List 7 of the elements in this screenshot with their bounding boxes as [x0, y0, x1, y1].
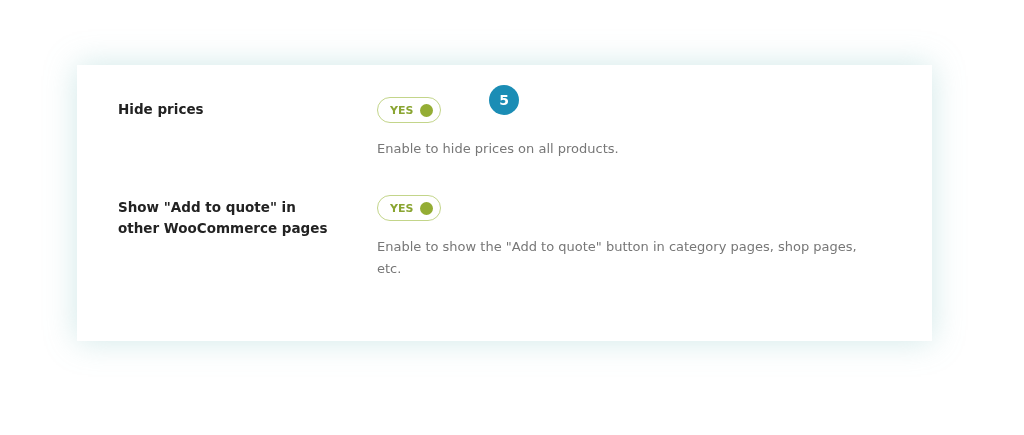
toggle-switch[interactable]: YES	[377, 195, 442, 221]
setting-description: Enable to show the "Add to quote" button in category pages, shop pages, etc.	[377, 238, 857, 278]
toggle-switch[interactable]: YES	[377, 97, 442, 123]
setting-label: Show "Add to quote" in other WooCommerce pages	[118, 198, 329, 238]
setting-label: Hide prices	[118, 100, 205, 119]
step-badge: 5	[489, 85, 519, 115]
setting-description: Enable to hide prices on all products.	[377, 140, 620, 158]
